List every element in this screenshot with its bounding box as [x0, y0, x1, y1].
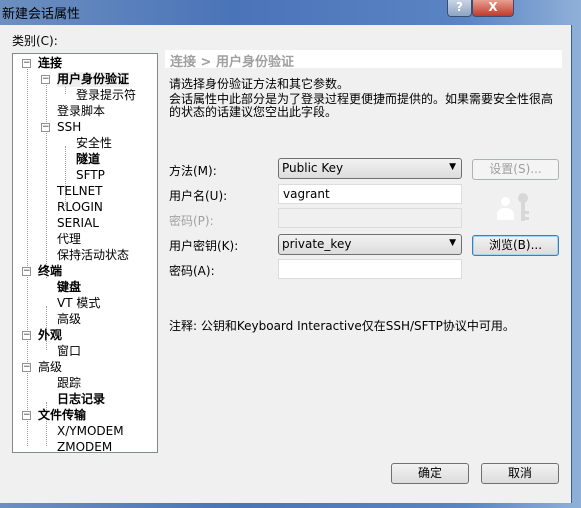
- user-key-icon: [497, 193, 532, 225]
- tree-item[interactable]: 用户身份验证: [57, 72, 130, 87]
- tree-item[interactable]: SERIAL: [57, 216, 99, 231]
- username-label: 用户名(U):: [169, 189, 228, 203]
- tree-item[interactable]: 登录脚本: [57, 104, 105, 119]
- settings-button[interactable]: 设置(S)...: [472, 159, 559, 180]
- userkey-select[interactable]: private_key ▼: [278, 234, 462, 255]
- tree-item[interactable]: VT 模式: [57, 296, 100, 311]
- ok-button[interactable]: 确定: [391, 463, 469, 484]
- description-text: 会话属性中此部分是为了登录过程更便捷而提供的。如果需要安全性很高的状态的话建议您…: [169, 92, 554, 119]
- tree-item[interactable]: 连接: [38, 56, 62, 71]
- userkey-label: 用户密钥(K):: [169, 239, 239, 253]
- intro-text: 请选择身份验证方法和其它参数。: [169, 77, 350, 91]
- tree-item[interactable]: 保持活动状态: [57, 248, 129, 263]
- tree-item[interactable]: 文件传输: [38, 408, 86, 423]
- close-button[interactable]: X: [472, 0, 514, 17]
- collapse-icon[interactable]: −: [22, 331, 31, 340]
- method-value: Public Key: [282, 161, 344, 175]
- chevron-down-icon: ▼: [449, 238, 456, 248]
- method-label: 方法(M):: [169, 164, 217, 178]
- tree-item[interactable]: 高级: [38, 360, 62, 375]
- window-title: 新建会话属性: [2, 7, 81, 22]
- collapse-icon[interactable]: −: [22, 363, 31, 372]
- breadcrumb: 连接 > 用户身份验证: [165, 50, 562, 70]
- username-input[interactable]: vagrant: [278, 184, 462, 204]
- category-tree[interactable]: − 连接 − 用户身份验证 登录提示符 登录脚本 − SSH 安全性 隧道 SFTP TELNET RL…: [12, 53, 158, 455]
- tree-item[interactable]: 高级: [57, 312, 81, 327]
- collapse-icon[interactable]: −: [41, 123, 50, 132]
- tree-item[interactable]: RLOGIN: [57, 200, 103, 215]
- collapse-icon[interactable]: −: [22, 411, 31, 420]
- userkey-value: private_key: [282, 237, 352, 251]
- tree-item[interactable]: 终端: [38, 264, 62, 279]
- tree-item[interactable]: 隧道: [76, 152, 100, 167]
- passphrase-input[interactable]: [278, 259, 462, 279]
- passphrase-label: 密码(A):: [169, 264, 215, 278]
- tree-item[interactable]: 外观: [38, 328, 62, 343]
- help-button[interactable]: ?: [447, 0, 472, 17]
- chevron-down-icon: ▼: [449, 162, 456, 172]
- tree-item[interactable]: TELNET: [57, 184, 103, 199]
- tree-item[interactable]: X/YMODEM: [57, 424, 124, 439]
- dialog-window: 新建会话属性 ? X 类别(C): − 连接 − 用户身份验证 登录提示符 登录脚本 − SS…: [0, 0, 581, 508]
- method-select[interactable]: Public Key ▼: [278, 158, 462, 179]
- tree-item[interactable]: 键盘: [57, 280, 81, 295]
- tree-item[interactable]: 日志记录: [57, 392, 105, 407]
- cancel-button[interactable]: 取消: [481, 463, 559, 484]
- browse-button[interactable]: 浏览(B)...: [472, 235, 559, 256]
- tree-item[interactable]: 代理: [57, 232, 81, 247]
- tree-item[interactable]: 安全性: [76, 136, 112, 151]
- tree-item[interactable]: SFTP: [76, 168, 105, 183]
- category-label: 类别(C):: [12, 34, 58, 48]
- collapse-icon[interactable]: −: [22, 267, 31, 276]
- note-text: 注释: 公钥和Keyboard Interactive仅在SSH/SFTP协议中…: [169, 319, 515, 333]
- password-input[interactable]: [278, 208, 462, 228]
- collapse-icon[interactable]: −: [41, 75, 50, 84]
- password-label: 密码(P):: [169, 214, 214, 228]
- tree-item[interactable]: SSH: [57, 120, 81, 135]
- tree-item[interactable]: 登录提示符: [76, 88, 136, 103]
- tree-item[interactable]: ZMODEM: [57, 440, 112, 455]
- tree-item[interactable]: 窗口: [57, 344, 81, 359]
- dialog-body: 类别(C): − 连接 − 用户身份验证 登录提示符 登录脚本 − SSH 安全性 隧道 SFTP T…: [0, 25, 572, 503]
- tree-item[interactable]: 跟踪: [57, 376, 81, 391]
- collapse-icon[interactable]: −: [22, 59, 31, 68]
